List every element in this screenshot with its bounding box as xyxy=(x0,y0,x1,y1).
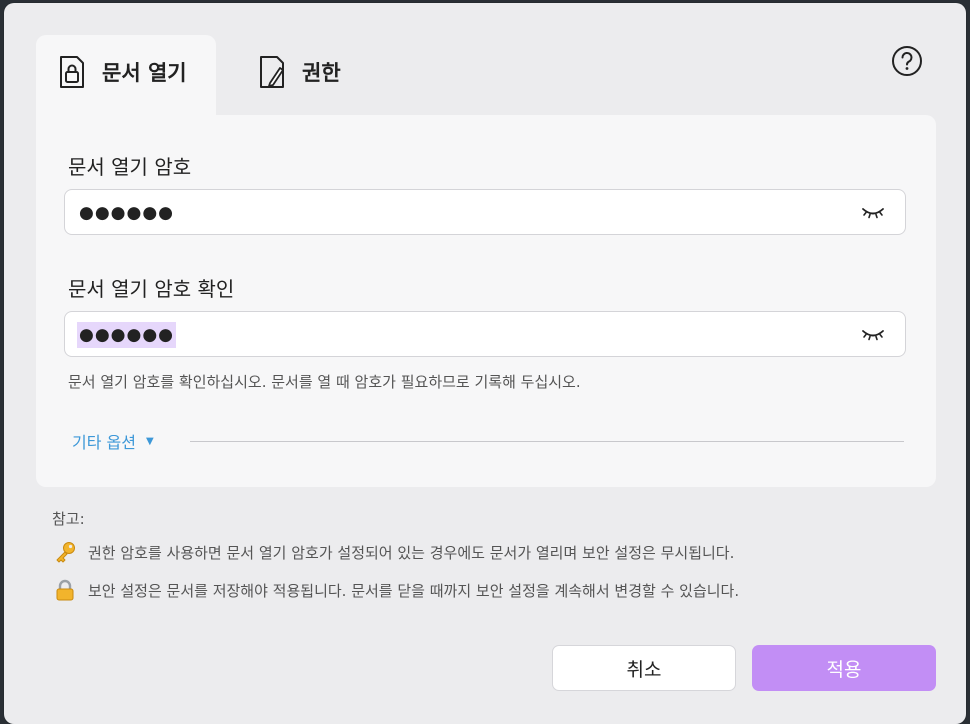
key-icon xyxy=(56,542,75,563)
confirm-password-field[interactable]: ●●●●●● xyxy=(64,311,906,357)
more-options-label: 기타 옵션 xyxy=(72,433,136,452)
tab-label: 권한 xyxy=(302,61,341,85)
note-text: 권한 암호를 사용하면 문서 열기 암호가 설정되어 있는 경우에도 문서가 열… xyxy=(88,543,735,562)
password-dialog: 문서 열기 권한 문서 열기 암호 ●●●●●● 문서 열기 암호 확인 ●●●… xyxy=(4,3,966,724)
confirm-password-hint: 문서 열기 암호를 확인하십시오. 문서를 열 때 암호가 필요하므로 기록해 … xyxy=(68,373,581,391)
lock-icon xyxy=(56,579,74,601)
open-password-label: 문서 열기 암호 xyxy=(68,155,192,179)
more-options-toggle[interactable]: 기타 옵션 ▼ xyxy=(72,429,154,453)
lock-document-icon xyxy=(60,56,84,88)
eye-closed-icon[interactable] xyxy=(861,204,885,222)
confirm-password-label: 문서 열기 암호 확인 xyxy=(68,277,235,301)
notes-title: 참고: xyxy=(52,510,85,528)
cancel-button[interactable]: 취소 xyxy=(552,645,736,691)
note-item: 보안 설정은 문서를 저장해야 적용됩니다. 문서를 닫을 때까지 보안 설정을… xyxy=(54,579,739,601)
open-password-value: ●●●●●● xyxy=(79,203,175,223)
chevron-down-icon: ▼ xyxy=(145,435,154,447)
tab-label: 문서 열기 xyxy=(102,61,187,85)
note-item: 권한 암호를 사용하면 문서 열기 암호가 설정되어 있는 경우에도 문서가 열… xyxy=(54,541,734,563)
open-password-field[interactable]: ●●●●●● xyxy=(64,189,906,235)
tab-permissions[interactable]: 권한 xyxy=(258,35,341,119)
open-document-panel: 문서 열기 암호 ●●●●●● 문서 열기 암호 확인 ●●●●●● 문서 열기… xyxy=(36,115,936,487)
note-text: 보안 설정은 문서를 저장해야 적용됩니다. 문서를 닫을 때까지 보안 설정을… xyxy=(88,581,740,600)
confirm-password-value: ●●●●●● xyxy=(77,322,177,348)
help-icon[interactable] xyxy=(891,45,923,77)
eye-closed-icon[interactable] xyxy=(861,326,885,344)
apply-button[interactable]: 적용 xyxy=(752,645,936,691)
tab-open-document[interactable]: 문서 열기 xyxy=(36,35,216,119)
edit-document-icon xyxy=(260,56,284,88)
divider xyxy=(190,441,904,442)
